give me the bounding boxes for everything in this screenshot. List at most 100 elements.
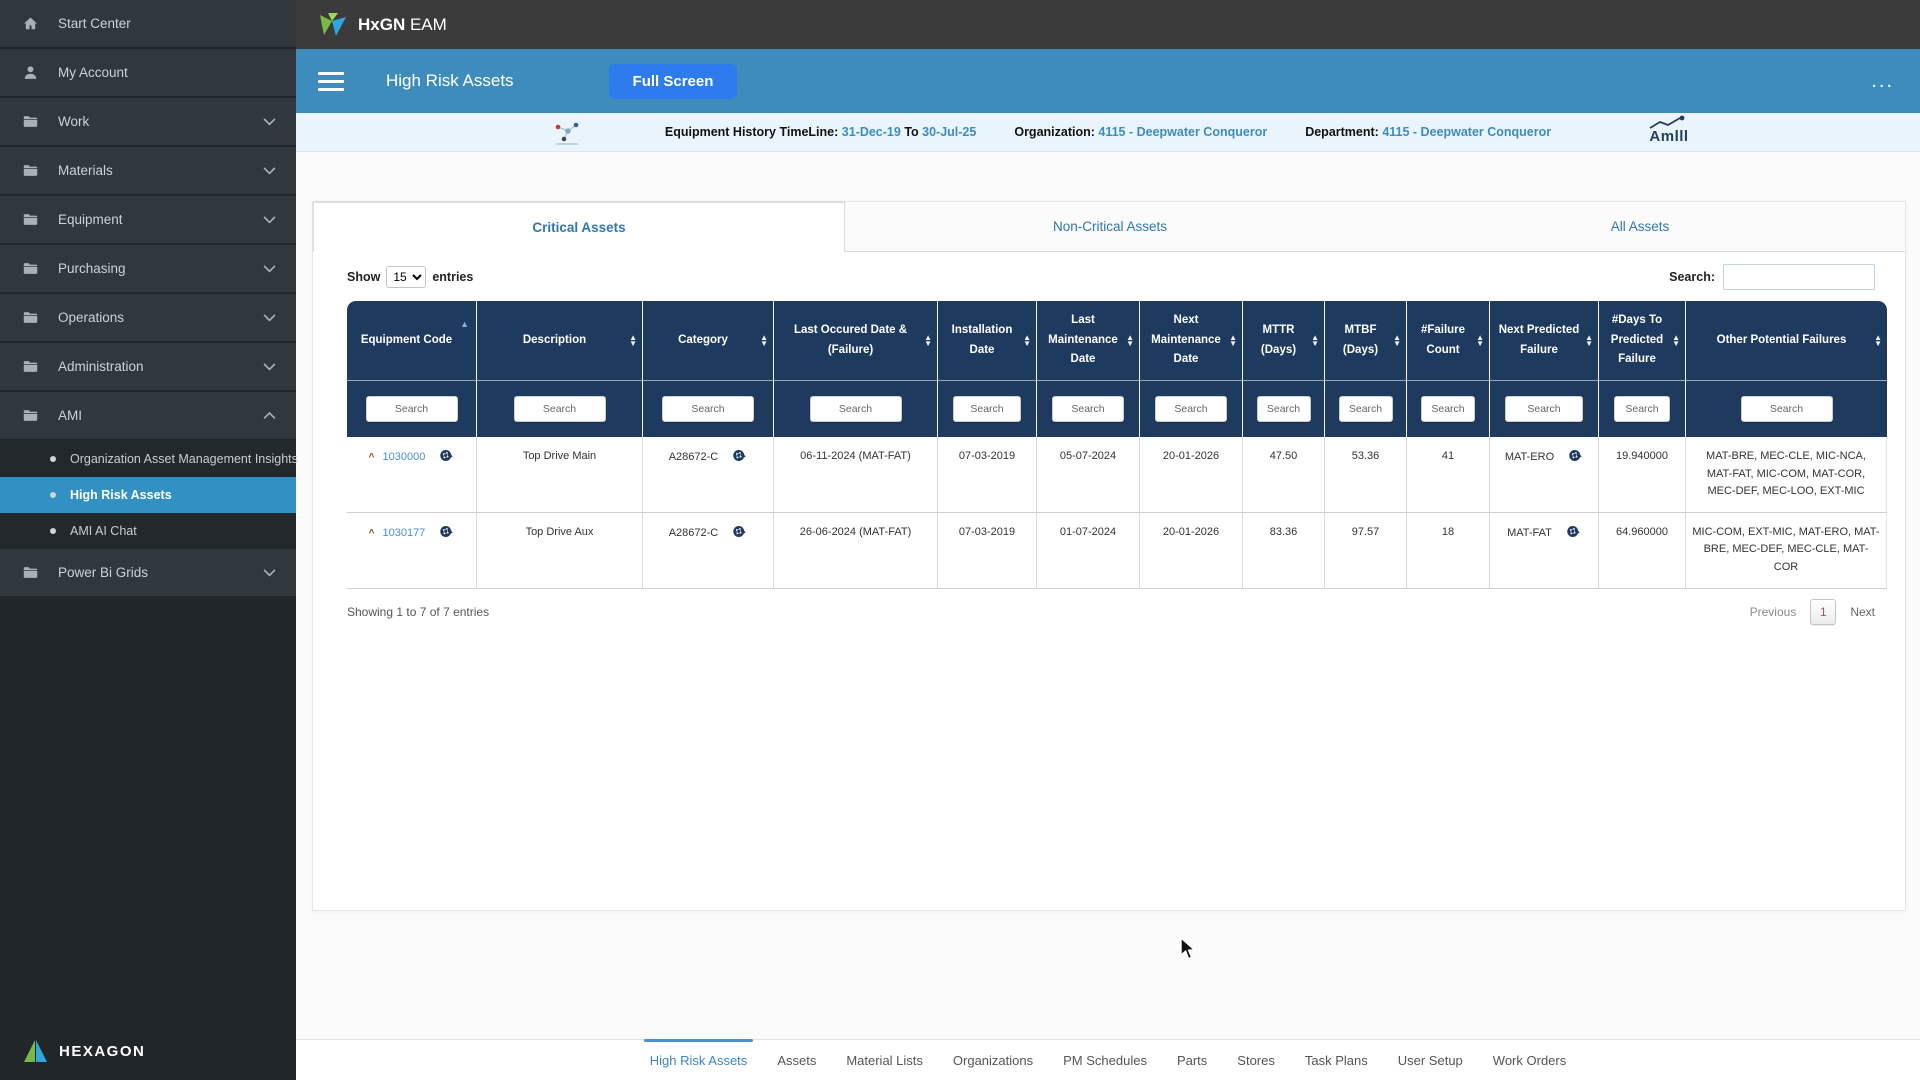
sidebar-subitem-ami-ai-chat[interactable]: AMI AI Chat <box>0 513 296 549</box>
column-header-last_occurred[interactable]: Last Occured Date & (Failure)▲▼ <box>774 301 938 380</box>
page-size-control: Show 15 entries <box>347 266 473 288</box>
previous-page-button[interactable]: Previous <box>1750 605 1797 619</box>
column-header-failure_count[interactable]: #Failure Count▲▼ <box>1407 301 1490 380</box>
footer-nav-pm-schedules[interactable]: PM Schedules <box>1063 1040 1147 1080</box>
column-header-equipment_code[interactable]: Equipment Code▲ <box>347 301 477 380</box>
sort-icon[interactable]: ▲▼ <box>924 335 932 347</box>
sidebar-item-label: Power Bi Grids <box>58 565 261 580</box>
sidebar-item-equipment[interactable]: Equipment <box>0 196 296 243</box>
ai-insight-icon[interactable] <box>1568 448 1583 470</box>
sidebar-item-materials[interactable]: Materials <box>0 147 296 194</box>
column-header-label: Description <box>523 334 586 346</box>
sidebar-subitem-organization-asset-management-insights[interactable]: Organization Asset Management Insights <box>0 441 296 477</box>
sidebar-item-my-account[interactable]: My Account <box>0 49 296 96</box>
column-header-next_predicted_failure[interactable]: Next Predicted Failure ▲▼ <box>1490 301 1599 380</box>
expand-caret-icon[interactable]: ^ <box>369 528 375 539</box>
equipment-code-link[interactable]: 1030177 <box>383 527 426 539</box>
column-search-input-next_maintenance[interactable] <box>1155 396 1227 422</box>
sort-icon[interactable]: ▲▼ <box>1393 335 1401 347</box>
column-header-category[interactable]: Category▲▼ <box>643 301 774 380</box>
column-search-input-mtbf[interactable] <box>1339 396 1393 422</box>
folder-icon <box>22 564 48 581</box>
column-search-input-last_occurred[interactable] <box>810 396 902 422</box>
ai-insight-icon[interactable] <box>732 448 747 470</box>
ai-insight-icon[interactable] <box>1566 524 1581 546</box>
sort-icon[interactable]: ▲▼ <box>1476 335 1484 347</box>
sort-icon[interactable]: ▲▼ <box>1585 335 1593 347</box>
sidebar-item-administration[interactable]: Administration <box>0 343 296 390</box>
column-search-input-failure_count[interactable] <box>1421 396 1475 422</box>
full-screen-button[interactable]: Full Screen <box>609 64 738 99</box>
column-filter-cell <box>1037 380 1140 437</box>
tab-all-assets[interactable]: All Assets <box>1375 202 1905 251</box>
current-page-button[interactable]: 1 <box>1810 599 1836 625</box>
column-header-mttr[interactable]: MTTR (Days)▲▼ <box>1243 301 1325 380</box>
column-header-other_failures[interactable]: Other Potential Failures▲▼ <box>1686 301 1887 380</box>
sort-icon[interactable]: ▲▼ <box>629 335 637 347</box>
sidebar-item-start-center[interactable]: Start Center <box>0 0 296 47</box>
footer-nav-parts[interactable]: Parts <box>1177 1040 1207 1080</box>
sidebar-item-operations[interactable]: Operations <box>0 294 296 341</box>
sort-icon[interactable]: ▲▼ <box>1874 335 1882 347</box>
ai-insight-icon[interactable] <box>439 448 454 470</box>
column-header-description[interactable]: Description ▲▼ <box>477 301 643 380</box>
footer-nav-task-plans[interactable]: Task Plans <box>1305 1040 1368 1080</box>
column-filter-cell <box>643 380 774 437</box>
column-search-input-mttr[interactable] <box>1257 396 1311 422</box>
footer-nav-stores[interactable]: Stores <box>1237 1040 1275 1080</box>
footer-nav-material-lists[interactable]: Material Lists <box>846 1040 923 1080</box>
expand-caret-icon[interactable]: ^ <box>369 452 375 463</box>
ai-insight-icon[interactable] <box>732 524 747 546</box>
sort-icon[interactable]: ▲▼ <box>1229 335 1237 347</box>
column-header-label: #Days To Predicted Failure <box>1611 314 1663 365</box>
sidebar-item-label: Start Center <box>58 16 278 31</box>
column-search-input-last_maintenance[interactable] <box>1052 396 1124 422</box>
column-search-input-days_to_predicted[interactable] <box>1614 396 1670 422</box>
tab-critical-assets[interactable]: Critical Assets <box>313 202 845 252</box>
sidebar-subitem-high-risk-assets[interactable]: High Risk Assets <box>0 477 296 513</box>
sort-icon[interactable]: ▲▼ <box>1126 335 1134 347</box>
column-search-input-category[interactable] <box>662 396 754 422</box>
sort-icon[interactable]: ▲▼ <box>1672 335 1680 347</box>
column-header-next_maintenance[interactable]: Next Maintenance Date▲▼ <box>1140 301 1243 380</box>
overflow-menu-icon[interactable]: ... <box>1871 76 1894 86</box>
column-search-input-installation_date[interactable] <box>953 396 1021 422</box>
sort-icon[interactable]: ▲▼ <box>1311 335 1319 347</box>
column-search-input-other_failures[interactable] <box>1741 396 1833 422</box>
sidebar-item-work[interactable]: Work <box>0 98 296 145</box>
menu-toggle-icon[interactable] <box>318 72 344 91</box>
department-label: Department: <box>1305 125 1379 139</box>
ai-insight-icon[interactable] <box>439 524 454 546</box>
footer-nav-organizations[interactable]: Organizations <box>953 1040 1033 1080</box>
next-page-button[interactable]: Next <box>1850 605 1875 619</box>
sidebar-item-power-bi-grids[interactable]: Power Bi Grids <box>0 549 296 596</box>
footer-nav-work-orders[interactable]: Work Orders <box>1493 1040 1566 1080</box>
column-search-input-equipment_code[interactable] <box>366 396 458 422</box>
footer-nav-high-risk-assets[interactable]: High Risk Assets <box>650 1040 748 1080</box>
cell-category: A28672-C <box>643 513 774 589</box>
global-search: Search: <box>1669 264 1875 290</box>
tab-non-critical-assets[interactable]: Non-Critical Assets <box>845 202 1375 251</box>
search-input[interactable] <box>1723 264 1875 290</box>
column-header-label: Installation Date <box>952 324 1013 356</box>
column-header-mtbf[interactable]: MTBF (Days)▲▼ <box>1325 301 1407 380</box>
column-header-days_to_predicted[interactable]: #Days To Predicted Failure ▲▼ <box>1599 301 1686 380</box>
column-header-label: Next Predicted Failure <box>1499 324 1580 356</box>
column-header-installation_date[interactable]: Installation Date ▲▼ <box>938 301 1037 380</box>
sidebar-item-ami[interactable]: AMI <box>0 392 296 439</box>
page-size-select[interactable]: 15 <box>386 266 426 288</box>
footer-nav-user-setup[interactable]: User Setup <box>1398 1040 1463 1080</box>
cell-text: MAT-ERO <box>1505 451 1554 463</box>
footer-nav-assets[interactable]: Assets <box>777 1040 816 1080</box>
sort-icon[interactable]: ▲▼ <box>760 335 768 347</box>
sort-icon[interactable]: ▲▼ <box>1023 335 1031 347</box>
sidebar-item-purchasing[interactable]: Purchasing <box>0 245 296 292</box>
column-filter-cell <box>1686 380 1887 437</box>
sidebar-item-label: Purchasing <box>58 261 261 276</box>
equipment-code-link[interactable]: 1030000 <box>383 451 426 463</box>
column-search-input-description[interactable] <box>514 396 606 422</box>
column-search-input-next_predicted_failure[interactable] <box>1505 396 1583 422</box>
asset-tabs: Critical AssetsNon-Critical AssetsAll As… <box>313 202 1905 252</box>
sort-ascending-icon[interactable]: ▲ <box>460 317 469 332</box>
column-header-last_maintenance[interactable]: Last Maintenance Date▲▼ <box>1037 301 1140 380</box>
